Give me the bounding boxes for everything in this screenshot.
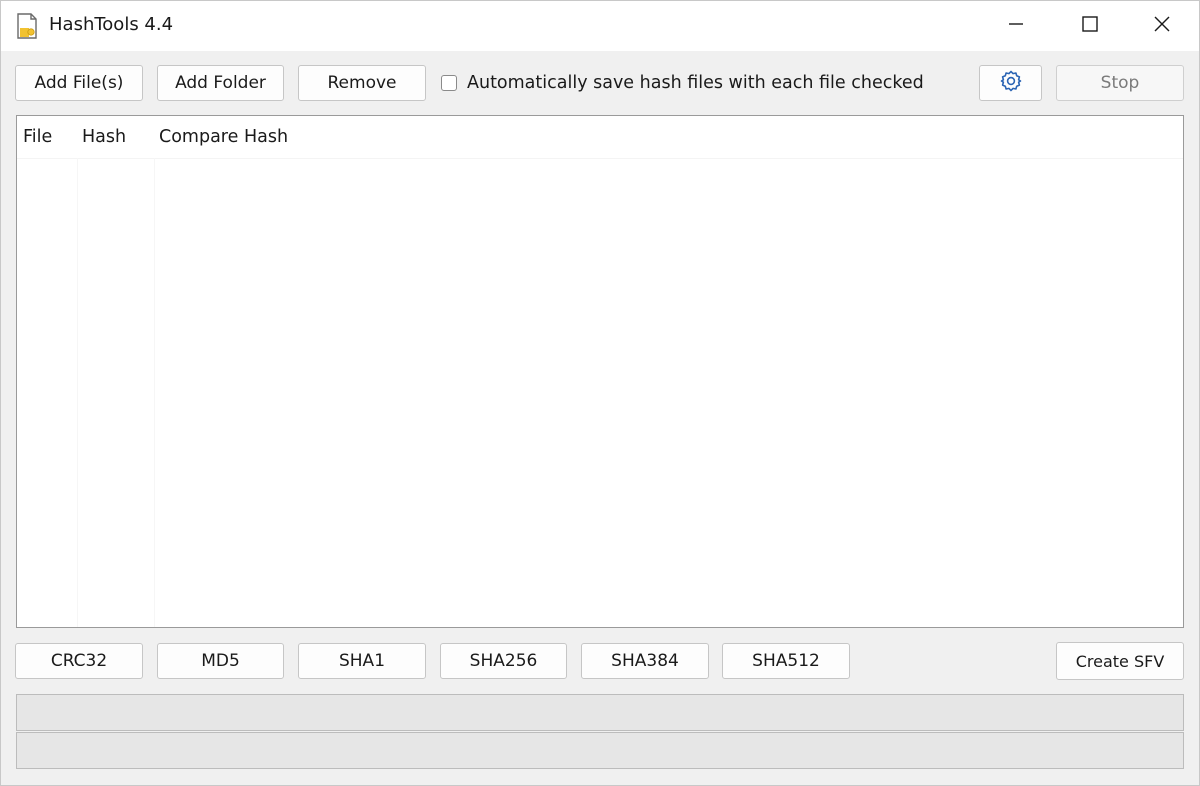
file-list[interactable]: File Hash Compare Hash [16,115,1184,628]
column-divider [154,158,155,627]
column-header-hash[interactable]: Hash [82,127,126,147]
sha256-button[interactable]: SHA256 [440,643,567,679]
file-list-header: File Hash Compare Hash [17,116,1183,159]
auto-save-label: Automatically save hash files with each … [467,73,924,93]
auto-save-checkbox[interactable] [441,75,457,91]
settings-button[interactable] [979,65,1042,101]
crc32-button[interactable]: CRC32 [15,643,143,679]
close-icon [1153,15,1171,37]
column-header-file[interactable]: File [23,127,52,147]
column-header-compare-hash[interactable]: Compare Hash [159,127,288,147]
sha384-button[interactable]: SHA384 [581,643,709,679]
hashtools-document-icon [16,13,38,39]
create-sfv-button[interactable]: Create SFV [1056,642,1184,680]
sha512-button[interactable]: SHA512 [722,643,850,679]
add-folder-button[interactable]: Add Folder [157,65,284,101]
auto-save-option[interactable]: Automatically save hash files with each … [441,71,924,95]
maximize-icon [1081,15,1099,37]
remove-button[interactable]: Remove [298,65,426,101]
minimize-icon [1007,15,1025,37]
column-divider [77,158,78,627]
stop-button[interactable]: Stop [1056,65,1184,101]
file-progress-bar [16,694,1184,731]
add-files-button[interactable]: Add File(s) [15,65,143,101]
total-progress-bar [16,732,1184,769]
window-title: HashTools 4.4 [49,14,174,35]
gear-icon [999,69,1023,98]
sha1-button[interactable]: SHA1 [298,643,426,679]
maximize-button[interactable] [1053,1,1127,51]
title-bar[interactable]: HashTools 4.4 [1,1,1199,51]
app-window: HashTools 4.4 Add File(s) Add Folder Rem… [0,0,1200,786]
minimize-button[interactable] [979,1,1053,51]
md5-button[interactable]: MD5 [157,643,284,679]
close-button[interactable] [1125,1,1199,51]
